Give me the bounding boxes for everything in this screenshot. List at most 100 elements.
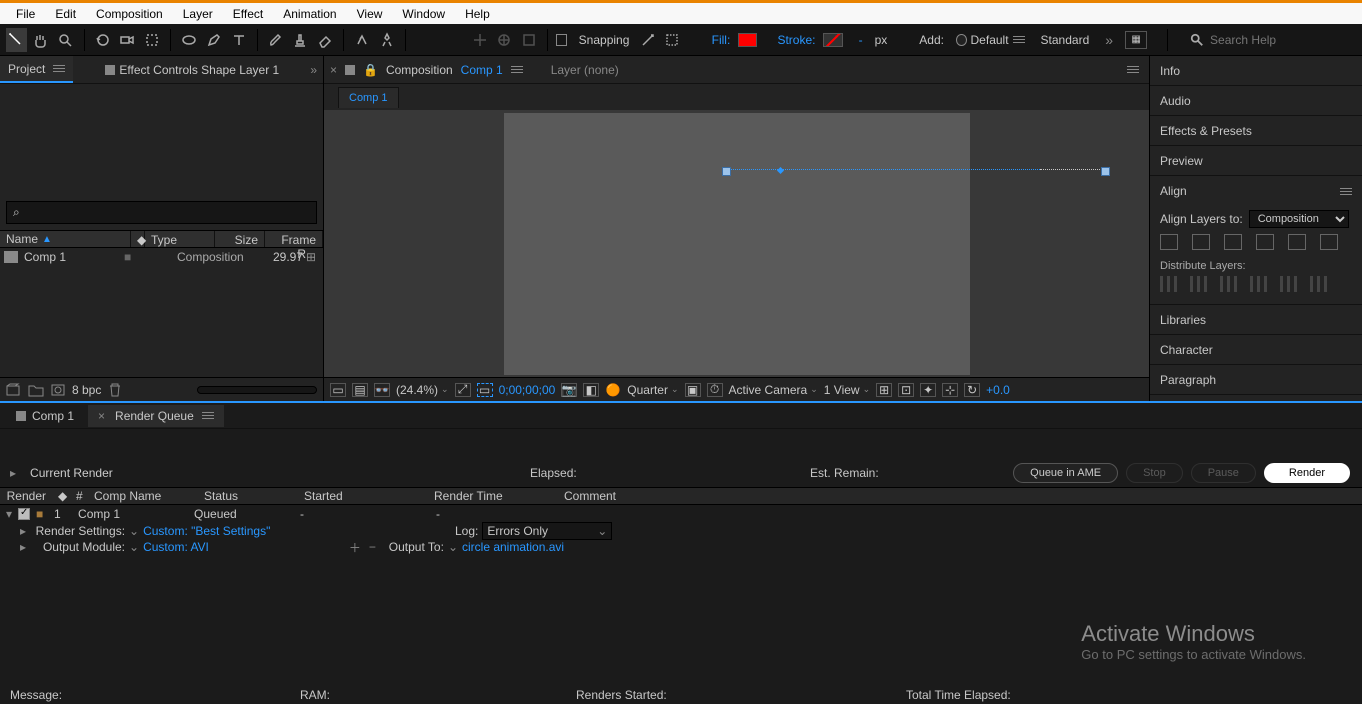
col-render[interactable]: Render: [0, 489, 52, 503]
panel-paragraph[interactable]: Paragraph: [1150, 365, 1362, 395]
bpc-button[interactable]: 8 bpc: [72, 383, 101, 397]
dist-top-icon[interactable]: [1160, 276, 1178, 292]
fast-preview-icon[interactable]: ▣: [685, 383, 701, 397]
col-label[interactable]: ◆: [52, 489, 70, 503]
panel-preview[interactable]: Preview: [1150, 146, 1362, 176]
comp-tab-close-icon[interactable]: ×: [330, 63, 337, 77]
tool-shape-icon[interactable]: [179, 28, 200, 52]
menu-file[interactable]: File: [6, 3, 45, 24]
tool-zoom-icon[interactable]: [55, 28, 76, 52]
help-search[interactable]: [1184, 33, 1356, 47]
col-label[interactable]: ◆: [131, 231, 145, 247]
workspace-standard[interactable]: Standard: [1037, 33, 1094, 47]
tool-pan-behind-icon[interactable]: [142, 28, 163, 52]
flowchart-icon[interactable]: ⊹: [942, 383, 958, 397]
guides-icon[interactable]: ⊡: [898, 383, 914, 397]
trash-icon[interactable]: [107, 383, 123, 397]
fill-swatch[interactable]: [738, 33, 757, 47]
menu-edit[interactable]: Edit: [45, 3, 86, 24]
tab-timeline-comp1[interactable]: Comp 1: [6, 405, 84, 427]
align-to-dropdown[interactable]: Composition: [1249, 210, 1349, 228]
tab-effect-controls[interactable]: Effect Controls Shape Layer 1: [97, 56, 287, 83]
om-remove-icon[interactable]: −: [369, 540, 376, 554]
menu-effect[interactable]: Effect: [223, 3, 273, 24]
render-button[interactable]: Render: [1264, 463, 1350, 483]
snap-opt1-icon[interactable]: [637, 28, 658, 52]
comp-viewer[interactable]: [324, 110, 1149, 377]
panel-libraries[interactable]: Libraries: [1150, 305, 1362, 335]
menu-layer[interactable]: Layer: [173, 3, 223, 24]
tool-text-icon[interactable]: [228, 28, 249, 52]
resolution-full-icon[interactable]: ⤢: [455, 383, 471, 397]
snap-opt2-icon[interactable]: [662, 28, 683, 52]
reset-exp-icon[interactable]: ↻: [964, 383, 980, 397]
camera-dropdown[interactable]: Active Camera⌄: [729, 383, 818, 397]
show-channel-icon[interactable]: ◧: [583, 383, 599, 397]
om-value[interactable]: Custom: AVI: [143, 540, 209, 554]
px-aspect-icon[interactable]: ✦: [920, 383, 936, 397]
col-name[interactable]: Name ▲: [0, 231, 131, 247]
rs-dropdown[interactable]: ⌄: [129, 524, 139, 538]
dist-bottom-icon[interactable]: [1220, 276, 1238, 292]
snapshot-icon[interactable]: 📷: [561, 383, 577, 397]
color-mgmt-icon[interactable]: 🟠: [605, 383, 621, 397]
menu-view[interactable]: View: [347, 3, 393, 24]
align-menu-icon[interactable]: [1340, 186, 1352, 197]
project-item-comp1[interactable]: Comp 1 ■ Composition 29.97 ⊞: [0, 248, 323, 266]
snapping-checkbox[interactable]: [556, 34, 567, 46]
dist-hcenter-icon[interactable]: [1280, 276, 1298, 292]
align-top-icon[interactable]: [1256, 234, 1274, 250]
col-num[interactable]: #: [70, 489, 88, 503]
tool-pen-icon[interactable]: [204, 28, 225, 52]
new-comp-icon[interactable]: [50, 383, 66, 397]
fill-label[interactable]: Fill:: [708, 33, 735, 47]
col-comp-name[interactable]: Comp Name: [88, 489, 198, 503]
grid-icon[interactable]: ⊞: [876, 383, 892, 397]
align-vcenter-icon[interactable]: [1288, 234, 1306, 250]
tool-roto-icon[interactable]: [352, 28, 373, 52]
flowchart-icon[interactable]: ⊞: [303, 250, 319, 264]
tool-camera-icon[interactable]: [117, 28, 138, 52]
log-dropdown[interactable]: Errors Only⌄: [482, 522, 612, 540]
timeline-icon[interactable]: ⏱: [707, 383, 723, 397]
col-render-time[interactable]: Render Time: [428, 489, 558, 503]
tool-local-axis-icon[interactable]: [470, 28, 491, 52]
tool-orbit-icon[interactable]: [93, 28, 114, 52]
panel-info[interactable]: Info: [1150, 56, 1362, 86]
workspace-default[interactable]: Default: [971, 33, 1025, 47]
panel-audio[interactable]: Audio: [1150, 86, 1362, 116]
panel-character[interactable]: Character: [1150, 335, 1362, 365]
rq-item-enable-checkbox[interactable]: [18, 508, 30, 520]
rs-value[interactable]: Custom: "Best Settings": [143, 524, 270, 538]
comp-subtab[interactable]: Comp 1: [338, 87, 399, 108]
output-to-dropdown[interactable]: ⌄: [448, 540, 458, 554]
current-time[interactable]: 0;00;00;00: [499, 383, 556, 397]
help-search-input[interactable]: [1210, 33, 1350, 47]
panel-effects-presets[interactable]: Effects & Presets: [1150, 116, 1362, 146]
workspace-overflow-icon[interactable]: »: [1105, 32, 1113, 48]
roi-icon[interactable]: ▭: [477, 383, 493, 397]
layer-tab[interactable]: Layer (none): [551, 63, 619, 77]
project-tabs-overflow-icon[interactable]: »: [310, 63, 317, 77]
project-search-input[interactable]: [26, 206, 310, 220]
stroke-swatch[interactable]: [823, 33, 842, 47]
comp-panel-menu-icon[interactable]: [1127, 64, 1139, 75]
comp-tab-menu-icon[interactable]: [511, 64, 523, 75]
tab-render-queue[interactable]: × Render Queue: [88, 405, 224, 427]
tool-home-icon[interactable]: [6, 28, 27, 52]
rq-item-toggle[interactable]: ▾: [6, 507, 12, 521]
new-folder-icon[interactable]: [28, 383, 44, 397]
col-status[interactable]: Status: [198, 489, 298, 503]
add-button[interactable]: [956, 34, 967, 46]
tool-stamp-icon[interactable]: [290, 28, 311, 52]
menu-window[interactable]: Window: [392, 3, 455, 24]
col-frame-rate[interactable]: Frame R...: [265, 231, 323, 247]
tool-eraser-icon[interactable]: [315, 28, 336, 52]
tool-puppet-icon[interactable]: [377, 28, 398, 52]
om-toggle[interactable]: ▸: [20, 540, 26, 554]
om-add-icon[interactable]: ＋: [349, 539, 361, 556]
col-started[interactable]: Started: [298, 489, 428, 503]
current-render-toggle[interactable]: ▸: [10, 466, 16, 480]
rs-toggle[interactable]: ▸: [20, 524, 26, 538]
dist-vcenter-icon[interactable]: [1190, 276, 1208, 292]
